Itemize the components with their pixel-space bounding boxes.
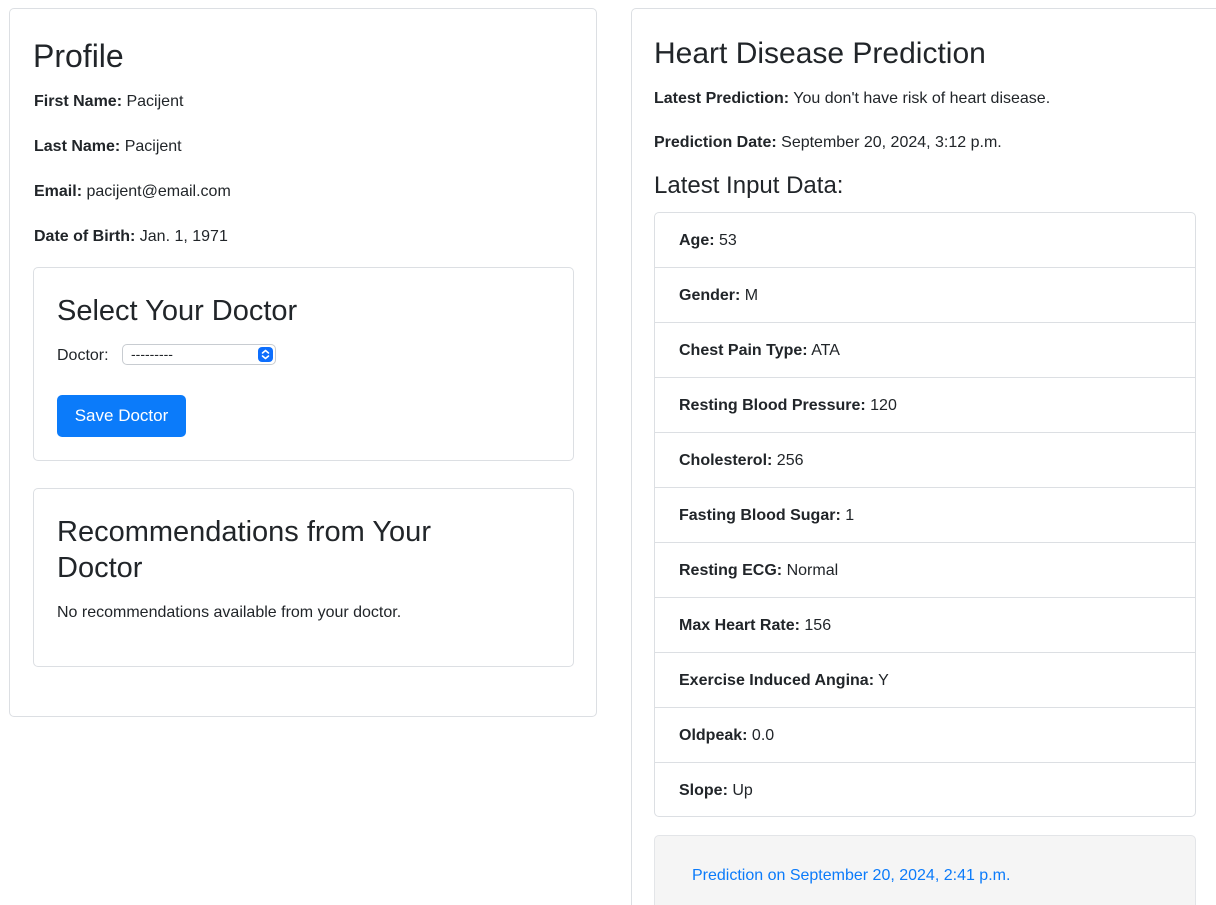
prediction-date-field: Prediction Date: September 20, 2024, 3:1… [654, 133, 1002, 153]
profile-title: Profile [33, 38, 124, 74]
list-item: Chest Pain Type: ATA [655, 323, 1195, 378]
list-item: Max Heart Rate: 156 [655, 598, 1195, 653]
input-label: Slope: [679, 782, 728, 799]
save-doctor-button[interactable]: Save Doctor [57, 395, 186, 437]
doctor-select[interactable]: --------- [122, 344, 276, 365]
prediction-history-panel: Prediction on September 20, 2024, 2:41 p… [654, 835, 1196, 905]
last-name-field: Last Name: Pacijent [34, 137, 182, 157]
input-value: ATA [811, 342, 840, 359]
list-item: Fasting Blood Sugar: 1 [655, 488, 1195, 543]
email-label: Email: [34, 183, 83, 200]
input-label: Resting Blood Pressure: [679, 397, 866, 414]
input-label: Oldpeak: [679, 727, 748, 744]
input-label: Fasting Blood Sugar: [679, 507, 841, 524]
latest-prediction-value: You don't have risk of heart disease. [793, 90, 1051, 107]
recommendations-card: Recommendations from Your Doctor No reco… [33, 488, 574, 667]
first-name-value: Pacijent [126, 93, 184, 110]
latest-input-title: Latest Input Data: [654, 172, 844, 199]
doctor-select-value: --------- [131, 346, 173, 362]
last-name-value: Pacijent [124, 138, 182, 155]
list-item: Resting Blood Pressure: 120 [655, 378, 1195, 433]
prediction-date-value: September 20, 2024, 3:12 p.m. [781, 134, 1002, 151]
input-value: M [744, 287, 759, 304]
first-name-label: First Name: [34, 93, 123, 110]
list-item: Gender: M [655, 268, 1195, 323]
dob-label: Date of Birth: [34, 228, 136, 245]
list-item: Exercise Induced Angina: Y [655, 653, 1195, 708]
first-name-field: First Name: Pacijent [34, 92, 183, 112]
input-label: Gender: [679, 287, 741, 304]
last-name-label: Last Name: [34, 138, 121, 155]
email-value: pacijent@email.com [86, 183, 231, 200]
input-label: Chest Pain Type: [679, 342, 808, 359]
latest-prediction-label: Latest Prediction: [654, 90, 790, 107]
dob-value: Jan. 1, 1971 [139, 228, 228, 245]
chevron-up-down-icon [258, 347, 273, 362]
email-field: Email: pacijent@email.com [34, 182, 231, 202]
recommendations-title-line1: Recommendations from Your [57, 516, 431, 548]
input-value: Up [732, 782, 753, 799]
input-label: Cholesterol: [679, 452, 773, 469]
list-item: Slope: Up [655, 763, 1195, 818]
list-item: Age: 53 [655, 213, 1195, 268]
input-label: Resting ECG: [679, 562, 783, 579]
input-value: Normal [786, 562, 839, 579]
list-item: Cholesterol: 256 [655, 433, 1195, 488]
doctor-label: Doctor: [57, 347, 109, 364]
recommendations-title-line2: Doctor [57, 552, 143, 584]
input-label: Age: [679, 232, 715, 249]
prediction-title: Heart Disease Prediction [654, 37, 986, 70]
input-value: 156 [804, 617, 832, 634]
input-value: 0.0 [751, 727, 775, 744]
input-value: 53 [719, 232, 737, 249]
list-item: Oldpeak: 0.0 [655, 708, 1195, 763]
select-doctor-title: Select Your Doctor [57, 295, 298, 327]
input-value: 120 [870, 397, 897, 414]
prediction-history-link[interactable]: Prediction on September 20, 2024, 2:41 p… [692, 866, 1010, 886]
recommendations-empty-text: No recommendations available from your d… [57, 604, 402, 621]
input-value: 256 [776, 452, 804, 469]
profile-card: Profile First Name: Pacijent Last Name: … [9, 8, 597, 717]
input-value: 1 [845, 507, 855, 524]
dob-field: Date of Birth: Jan. 1, 1971 [34, 227, 228, 247]
input-label: Max Heart Rate: [679, 617, 800, 634]
list-item: Resting ECG: Normal [655, 543, 1195, 598]
prediction-date-label: Prediction Date: [654, 134, 777, 151]
prediction-card: Heart Disease Prediction Latest Predicti… [631, 8, 1216, 905]
input-label: Exercise Induced Angina: [679, 672, 875, 689]
latest-prediction-field: Latest Prediction: You don't have risk o… [654, 89, 1050, 109]
input-data-list: Age: 53 Gender: M Chest Pain Type: ATA R… [654, 212, 1196, 817]
input-value: Y [878, 672, 889, 689]
select-doctor-card: Select Your Doctor Doctor: --------- Sav… [33, 267, 574, 461]
